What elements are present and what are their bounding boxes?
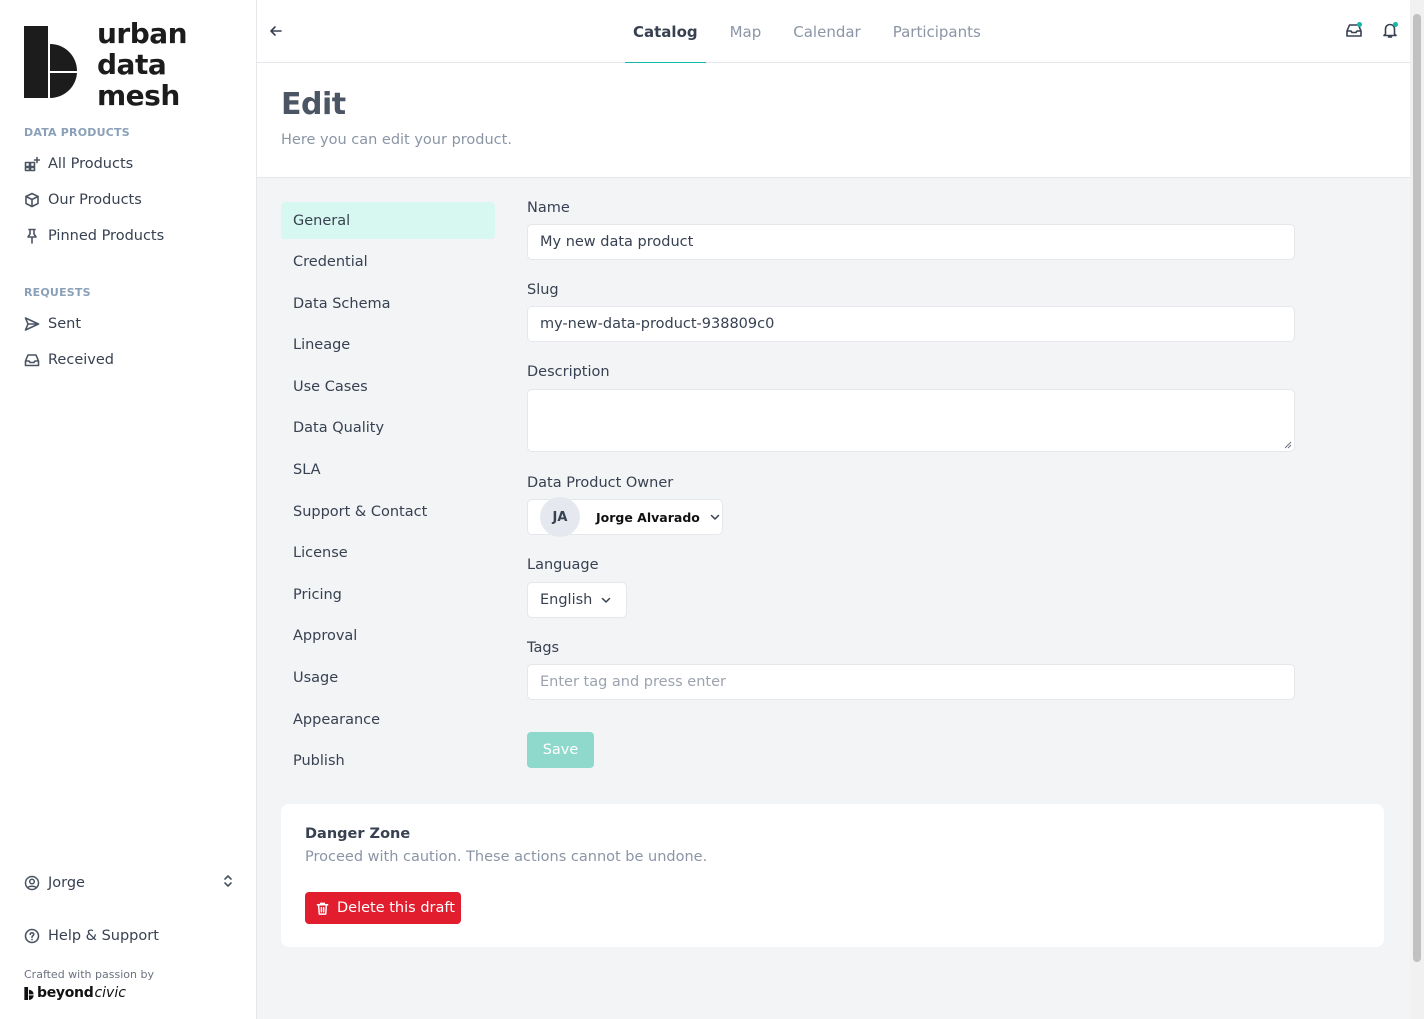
- logo-text: urban data mesh: [97, 17, 188, 112]
- chevron-down-icon: [710, 514, 720, 520]
- section-approval[interactable]: Approval: [281, 618, 495, 655]
- section-label-requests: REQUESTS: [24, 286, 91, 299]
- tab-participants[interactable]: Participants: [885, 0, 989, 63]
- beyondcivic-mark-icon: [24, 986, 34, 1000]
- grid-plus-icon: [24, 156, 40, 172]
- delete-draft-label: Delete this draft: [337, 900, 455, 916]
- main-tabs: Catalog Map Calendar Participants: [625, 0, 1005, 64]
- urban-data-mesh-logo[interactable]: urban data mesh: [24, 17, 188, 112]
- danger-zone-title: Danger Zone: [305, 826, 411, 842]
- scrollbar-thumb[interactable]: [1413, 14, 1421, 962]
- sidebar: urban data mesh DATA PRODUCTS All Produc…: [0, 0, 257, 1019]
- user-circle-icon: [24, 875, 40, 891]
- sidebar-item-label: Our Products: [48, 192, 142, 208]
- page-header: Edit Here you can edit your product.: [257, 63, 1410, 178]
- tab-catalog[interactable]: Catalog: [625, 0, 706, 64]
- page-title: Edit: [281, 87, 346, 122]
- bell-icon[interactable]: [1381, 21, 1401, 41]
- language-select[interactable]: English: [527, 582, 627, 618]
- avatar: JA: [540, 497, 580, 537]
- section-credential[interactable]: Credential: [281, 244, 495, 281]
- section-support-contact[interactable]: Support & Contact: [281, 493, 495, 530]
- unread-dot: [1393, 22, 1398, 27]
- tab-map[interactable]: Map: [722, 0, 770, 63]
- name-label: Name: [527, 200, 570, 216]
- sidebar-item-sent[interactable]: Sent: [24, 313, 81, 335]
- trash-icon: [316, 902, 329, 915]
- top-bar: Catalog Map Calendar Participants: [257, 0, 1410, 64]
- section-data-quality[interactable]: Data Quality: [281, 410, 495, 447]
- sidebar-item-label: Received: [48, 352, 114, 368]
- logo-line: urban: [97, 17, 188, 50]
- help-circle-icon: [24, 928, 40, 944]
- owner-name: Jorge Alvarado: [596, 509, 700, 525]
- section-data-schema[interactable]: Data Schema: [281, 285, 495, 322]
- danger-zone-subtitle: Proceed with caution. These actions cann…: [305, 849, 708, 865]
- logo-line: data: [97, 48, 167, 81]
- pin-icon: [24, 228, 40, 244]
- credit-text: Crafted with passion by: [24, 968, 154, 981]
- save-button[interactable]: Save: [527, 732, 594, 768]
- page-scrollbar[interactable]: [1410, 0, 1424, 1019]
- section-label-data-products: DATA PRODUCTS: [24, 126, 130, 139]
- sidebar-item-label: Pinned Products: [48, 228, 165, 244]
- sidebar-item-label: All Products: [48, 156, 134, 172]
- unread-dot: [1357, 22, 1362, 27]
- logo-mark-icon: [24, 26, 77, 98]
- name-input[interactable]: My new data product: [527, 224, 1295, 260]
- sidebar-item-received[interactable]: Received: [24, 349, 114, 371]
- delete-draft-button[interactable]: Delete this draft: [305, 892, 461, 924]
- section-usage[interactable]: Usage: [281, 660, 495, 697]
- chevron-up-down-icon: [222, 873, 234, 893]
- language-value: English: [540, 592, 593, 608]
- section-appearance[interactable]: Appearance: [281, 701, 495, 738]
- danger-zone: Danger Zone Proceed with caution. These …: [281, 804, 1384, 947]
- help-support-label: Help & Support: [48, 928, 159, 944]
- edit-sections-nav: General Credential Data Schema Lineage U…: [281, 202, 495, 784]
- description-textarea[interactable]: [527, 389, 1295, 452]
- inbox-notifications-icon[interactable]: [1345, 21, 1365, 41]
- owner-label: Data Product Owner: [527, 475, 674, 491]
- page-subtitle: Here you can edit your product.: [281, 132, 512, 148]
- help-support-link[interactable]: Help & Support: [24, 925, 159, 947]
- brand-bold: beyond: [37, 985, 94, 1001]
- section-lineage[interactable]: Lineage: [281, 327, 495, 364]
- user-name: Jorge: [48, 875, 85, 891]
- resize-grip-icon[interactable]: [1284, 441, 1292, 449]
- box-icon: [24, 192, 40, 208]
- tags-input[interactable]: Enter tag and press enter: [527, 664, 1295, 700]
- section-general[interactable]: General: [281, 202, 495, 239]
- back-arrow-icon[interactable]: [267, 22, 285, 40]
- slug-label: Slug: [527, 282, 559, 298]
- slug-input[interactable]: my-new-data-product-938809c0: [527, 306, 1295, 342]
- send-icon: [24, 316, 40, 332]
- user-menu[interactable]: Jorge: [24, 873, 234, 893]
- section-publish[interactable]: Publish: [281, 743, 495, 780]
- tab-calendar[interactable]: Calendar: [785, 0, 868, 63]
- section-license[interactable]: License: [281, 535, 495, 572]
- tags-label: Tags: [527, 640, 560, 656]
- logo-line: mesh: [97, 79, 180, 112]
- section-sla[interactable]: SLA: [281, 452, 495, 489]
- chevron-down-icon: [602, 597, 611, 603]
- sidebar-item-our-products[interactable]: Our Products: [24, 189, 142, 211]
- section-pricing[interactable]: Pricing: [281, 576, 495, 613]
- description-label: Description: [527, 364, 610, 380]
- sidebar-item-all-products[interactable]: All Products: [24, 153, 133, 175]
- section-use-cases[interactable]: Use Cases: [281, 368, 495, 405]
- beyondcivic-logo[interactable]: beyond civic: [24, 985, 126, 1001]
- language-label: Language: [527, 557, 599, 573]
- owner-select[interactable]: JA Jorge Alvarado: [527, 497, 723, 537]
- sidebar-item-label: Sent: [48, 316, 82, 332]
- sidebar-item-pinned-products[interactable]: Pinned Products: [24, 225, 164, 247]
- inbox-icon: [24, 352, 40, 368]
- brand-italic: civic: [94, 985, 126, 1001]
